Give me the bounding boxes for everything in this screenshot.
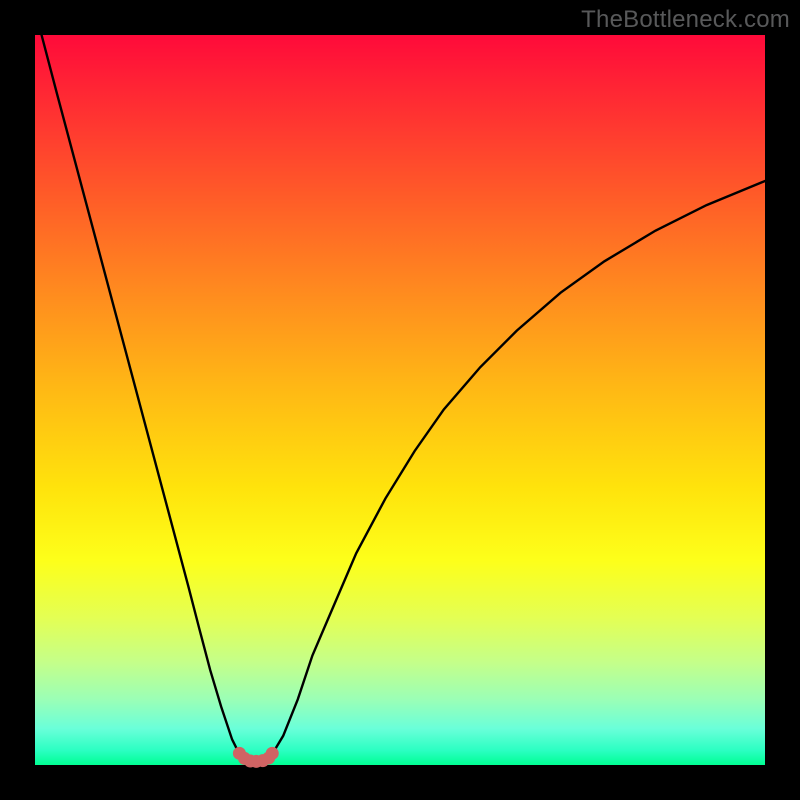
curve-trough-dots bbox=[233, 747, 279, 768]
curve-left-branch bbox=[42, 35, 240, 754]
curve-right-branch bbox=[272, 181, 765, 754]
watermark-text: TheBottleneck.com bbox=[581, 6, 790, 34]
chart-frame: TheBottleneck.com bbox=[0, 0, 800, 800]
chart-plot-area bbox=[35, 35, 765, 765]
trough-dot bbox=[266, 747, 279, 760]
chart-svg bbox=[35, 35, 765, 765]
